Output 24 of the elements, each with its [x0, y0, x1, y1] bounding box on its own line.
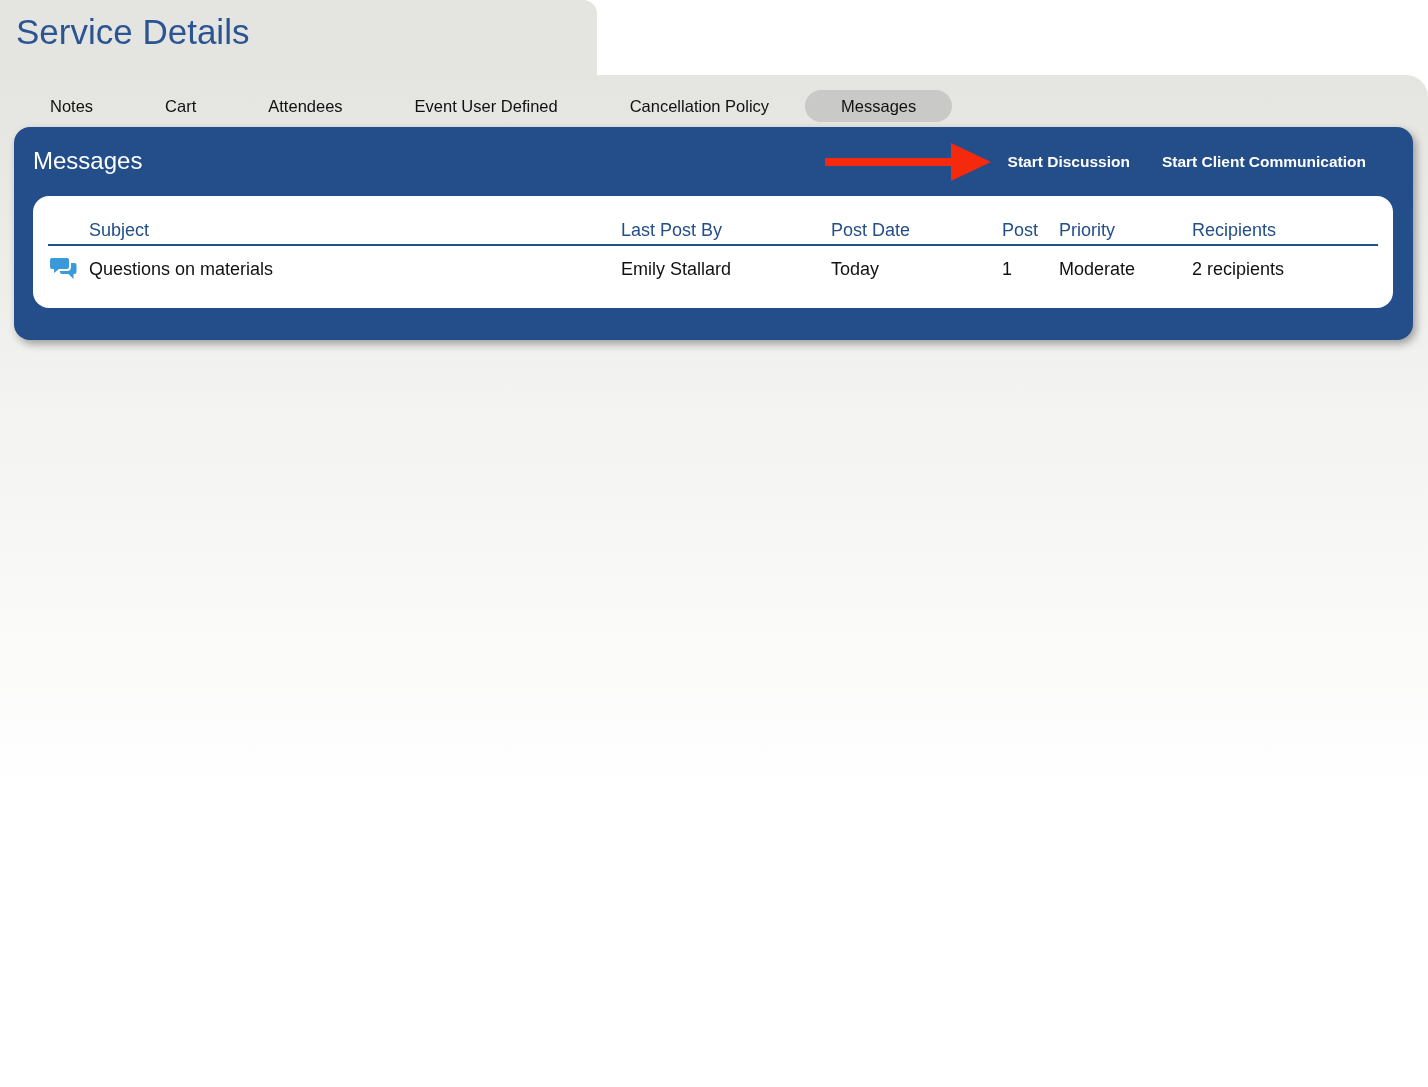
tab[interactable]: Messages — [805, 90, 953, 122]
tab[interactable]: Cancellation Policy — [593, 90, 806, 122]
arrow-icon — [824, 142, 991, 181]
tab[interactable]: Notes — [14, 90, 130, 122]
column-header[interactable]: Post Date — [831, 220, 911, 241]
column-header[interactable]: Last Post By — [621, 220, 723, 241]
column-header[interactable]: Subject — [89, 220, 150, 241]
table-cell: 2 recipients — [1192, 258, 1285, 280]
panel-title: Messages — [33, 146, 143, 175]
tab[interactable]: Attendees — [232, 90, 379, 122]
action-link[interactable]: Start Discussion — [1007, 152, 1130, 171]
chat-bubbles-icon[interactable] — [50, 257, 77, 281]
action-link[interactable]: Start Client Communication — [1161, 152, 1366, 171]
column-header[interactable]: Recipients — [1192, 220, 1277, 241]
table-cell: 1 — [1002, 258, 1012, 280]
column-header[interactable]: Post — [1002, 220, 1039, 241]
column-header[interactable]: Priority — [1059, 220, 1115, 241]
tab[interactable]: Cart — [129, 90, 233, 122]
tab[interactable]: Event User Defined — [378, 90, 594, 122]
table-cell: Emily Stallard — [621, 258, 732, 280]
table-cell: Moderate — [1059, 258, 1136, 280]
table-cell: Today — [831, 258, 880, 280]
table-cell: Questions on materials — [89, 258, 274, 280]
page-title: Service Details — [16, 11, 250, 53]
